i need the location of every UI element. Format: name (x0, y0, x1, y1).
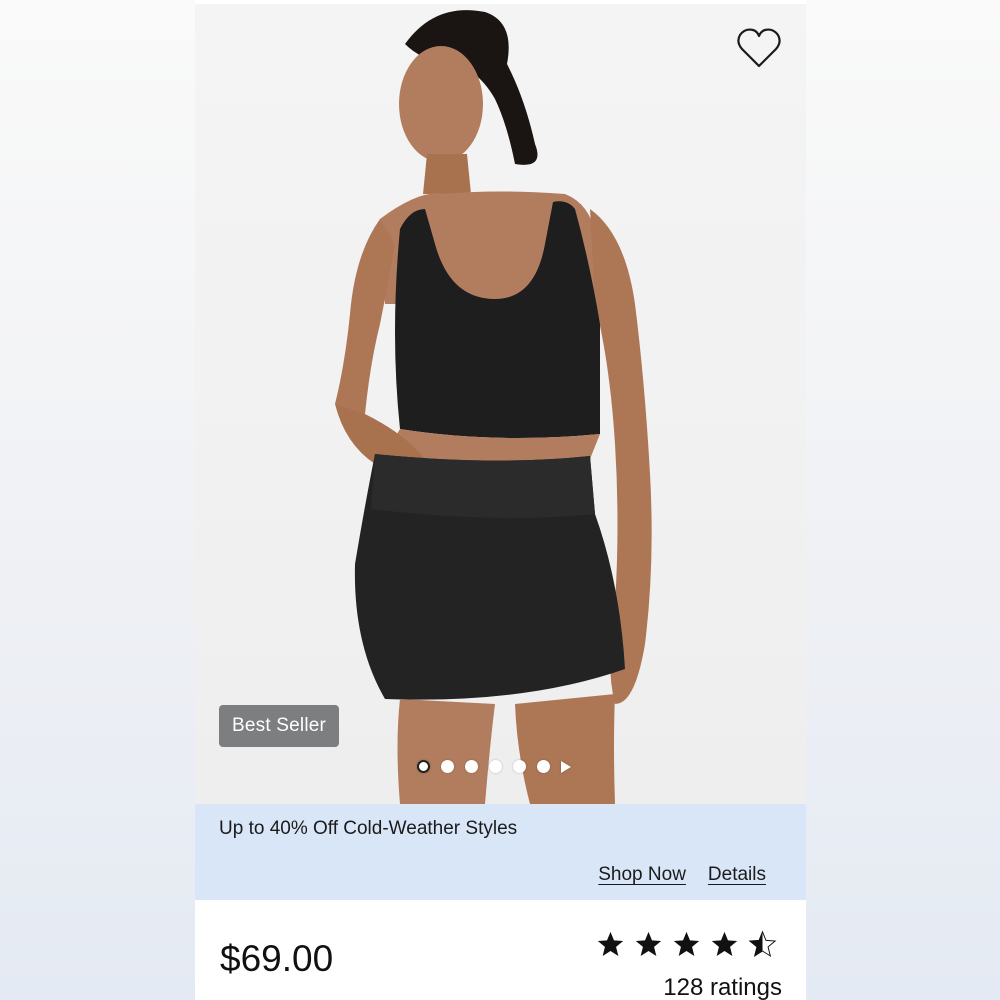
best-seller-badge: Best Seller (219, 705, 340, 747)
shop-now-link[interactable]: Shop Now (598, 864, 686, 886)
carousel-dot[interactable] (513, 760, 526, 773)
details-link[interactable]: Details (708, 864, 766, 886)
product-price: $69.00 (220, 938, 334, 979)
star-full-icon (711, 931, 738, 956)
carousel-dot[interactable] (441, 760, 454, 773)
promo-links: Shop Now Details (598, 864, 766, 886)
heart-outline-icon (737, 28, 781, 68)
star-full-icon (635, 931, 662, 956)
right-backdrop (806, 0, 1000, 1000)
star-full-icon (673, 931, 700, 956)
product-image[interactable]: Best Seller (195, 4, 806, 804)
carousel-dot[interactable] (489, 760, 502, 773)
left-backdrop (0, 0, 195, 1000)
promo-banner: Up to 40% Off Cold-Weather Styles Shop N… (195, 804, 806, 900)
carousel-indicator (417, 760, 571, 773)
play-right-icon[interactable] (561, 760, 571, 773)
ratings-count[interactable]: 128 ratings (663, 974, 782, 1000)
favorite-button[interactable] (736, 26, 782, 70)
promo-text: Up to 40% Off Cold-Weather Styles (219, 818, 518, 839)
carousel-dot[interactable] (465, 760, 478, 773)
model-illustration (335, 10, 652, 804)
star-half-icon (748, 930, 777, 958)
star-rating[interactable] (596, 930, 777, 959)
product-card: Best Seller Up to 40% Off Cold-Weather S… (195, 0, 806, 1000)
carousel-dot[interactable] (417, 760, 430, 773)
star-full-icon (597, 931, 624, 956)
carousel-dot[interactable] (537, 760, 550, 773)
